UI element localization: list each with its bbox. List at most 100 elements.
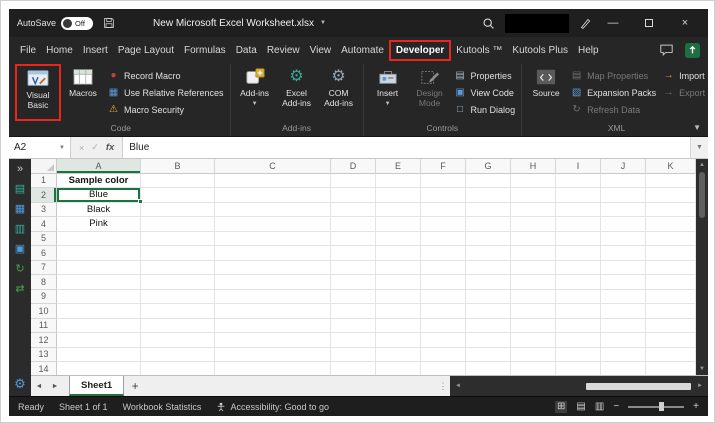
cancel-icon[interactable]: × xyxy=(79,143,84,153)
cell-A11[interactable] xyxy=(57,318,141,333)
insert-function-icon[interactable]: fx xyxy=(106,142,114,153)
cell-F2[interactable] xyxy=(421,188,466,203)
cell-K9[interactable] xyxy=(646,289,696,304)
kutools-column-pane-icon[interactable]: ▣ xyxy=(15,243,25,255)
cell-I14[interactable] xyxy=(556,362,601,375)
save-icon[interactable] xyxy=(103,17,115,29)
cell-G7[interactable] xyxy=(466,260,511,275)
zoom-in-icon[interactable]: + xyxy=(693,401,699,412)
cell-E4[interactable] xyxy=(376,217,421,232)
cell-G1[interactable] xyxy=(466,173,511,188)
vertical-scroll-thumb[interactable] xyxy=(699,172,705,218)
cell-J12[interactable] xyxy=(601,333,646,348)
cell-H11[interactable] xyxy=(511,318,556,333)
cell-B11[interactable] xyxy=(141,318,215,333)
cell-I11[interactable] xyxy=(556,318,601,333)
cell-G10[interactable] xyxy=(466,304,511,319)
cell-H2[interactable] xyxy=(511,188,556,203)
properties-button[interactable]: ▤ Properties xyxy=(451,68,519,83)
column-header-G[interactable]: G xyxy=(466,159,511,174)
cell-B9[interactable] xyxy=(141,289,215,304)
cell-H1[interactable] xyxy=(511,173,556,188)
select-all-corner[interactable] xyxy=(31,159,57,174)
cell-H12[interactable] xyxy=(511,333,556,348)
cell-C3[interactable] xyxy=(215,202,331,217)
cell-J2[interactable] xyxy=(601,188,646,203)
cell-J7[interactable] xyxy=(601,260,646,275)
cell-D6[interactable] xyxy=(331,246,376,261)
row-header-7[interactable]: 7 xyxy=(31,260,57,275)
scroll-up-icon[interactable]: ▲ xyxy=(699,161,705,169)
cell-E6[interactable] xyxy=(376,246,421,261)
tab-view[interactable]: View xyxy=(305,42,337,59)
map-properties-button[interactable]: ▤ Map Properties xyxy=(567,68,659,83)
cell-B2[interactable] xyxy=(141,188,215,203)
column-header-C[interactable]: C xyxy=(215,159,331,174)
cell-K4[interactable] xyxy=(646,217,696,232)
cell-I9[interactable] xyxy=(556,289,601,304)
cell-A3[interactable]: Black xyxy=(57,202,141,217)
ink-pen-icon[interactable] xyxy=(579,17,592,30)
cell-A8[interactable] xyxy=(57,275,141,290)
cell-K10[interactable] xyxy=(646,304,696,319)
cell-G11[interactable] xyxy=(466,318,511,333)
scroll-right-icon[interactable]: ► xyxy=(695,383,705,389)
cell-F10[interactable] xyxy=(421,304,466,319)
tab-page-layout[interactable]: Page Layout xyxy=(113,42,179,59)
cell-F11[interactable] xyxy=(421,318,466,333)
cell-E8[interactable] xyxy=(376,275,421,290)
macros-button[interactable]: Macros xyxy=(62,64,104,99)
maximize-button[interactable] xyxy=(634,10,664,36)
cell-H9[interactable] xyxy=(511,289,556,304)
cell-K2[interactable] xyxy=(646,188,696,203)
cell-F1[interactable] xyxy=(421,173,466,188)
cell-B13[interactable] xyxy=(141,347,215,362)
cell-J8[interactable] xyxy=(601,275,646,290)
row-header-3[interactable]: 3 xyxy=(31,202,57,217)
cell-K1[interactable] xyxy=(646,173,696,188)
column-header-E[interactable]: E xyxy=(376,159,421,174)
cell-B4[interactable] xyxy=(141,217,215,232)
tab-file[interactable]: File xyxy=(15,42,41,59)
cell-F13[interactable] xyxy=(421,347,466,362)
cell-D13[interactable] xyxy=(331,347,376,362)
cell-A7[interactable] xyxy=(57,260,141,275)
cell-E11[interactable] xyxy=(376,318,421,333)
tab-home[interactable]: Home xyxy=(41,42,78,59)
cell-A13[interactable] xyxy=(57,347,141,362)
share-button[interactable] xyxy=(685,42,700,58)
cell-K8[interactable] xyxy=(646,275,696,290)
cell-C6[interactable] xyxy=(215,246,331,261)
cell-D11[interactable] xyxy=(331,318,376,333)
column-header-I[interactable]: I xyxy=(556,159,601,174)
cell-G8[interactable] xyxy=(466,275,511,290)
cell-E14[interactable] xyxy=(376,362,421,375)
cell-H7[interactable] xyxy=(511,260,556,275)
cell-D5[interactable] xyxy=(331,231,376,246)
column-header-B[interactable]: B xyxy=(141,159,215,174)
cell-E10[interactable] xyxy=(376,304,421,319)
refresh-data-button[interactable]: ↻ Refresh Data xyxy=(567,102,659,117)
tab-data[interactable]: Data xyxy=(231,42,262,59)
cell-C13[interactable] xyxy=(215,347,331,362)
cell-K5[interactable] xyxy=(646,231,696,246)
cell-D4[interactable] xyxy=(331,217,376,232)
cell-I2[interactable] xyxy=(556,188,601,203)
insert-control-button[interactable]: Insert ▼ xyxy=(367,64,409,107)
cell-H6[interactable] xyxy=(511,246,556,261)
cell-G5[interactable] xyxy=(466,231,511,246)
cell-I1[interactable] xyxy=(556,173,601,188)
cell-A4[interactable]: Pink xyxy=(57,217,141,232)
formula-bar-expand-chevron-icon[interactable]: ▼ xyxy=(690,137,708,158)
cell-B14[interactable] xyxy=(141,362,215,375)
row-header-5[interactable]: 5 xyxy=(31,231,57,246)
cell-A14[interactable] xyxy=(57,362,141,375)
horizontal-scroll-thumb[interactable] xyxy=(586,382,691,390)
cell-B10[interactable] xyxy=(141,304,215,319)
workbook-statistics[interactable]: Workbook Statistics xyxy=(123,402,202,412)
use-relative-references-button[interactable]: ▦ Use Relative References xyxy=(104,85,227,100)
page-break-view-icon[interactable]: ▥ xyxy=(595,401,604,413)
cell-I6[interactable] xyxy=(556,246,601,261)
kutools-workbook-pane-icon[interactable]: ▤ xyxy=(15,183,25,195)
cell-B6[interactable] xyxy=(141,246,215,261)
